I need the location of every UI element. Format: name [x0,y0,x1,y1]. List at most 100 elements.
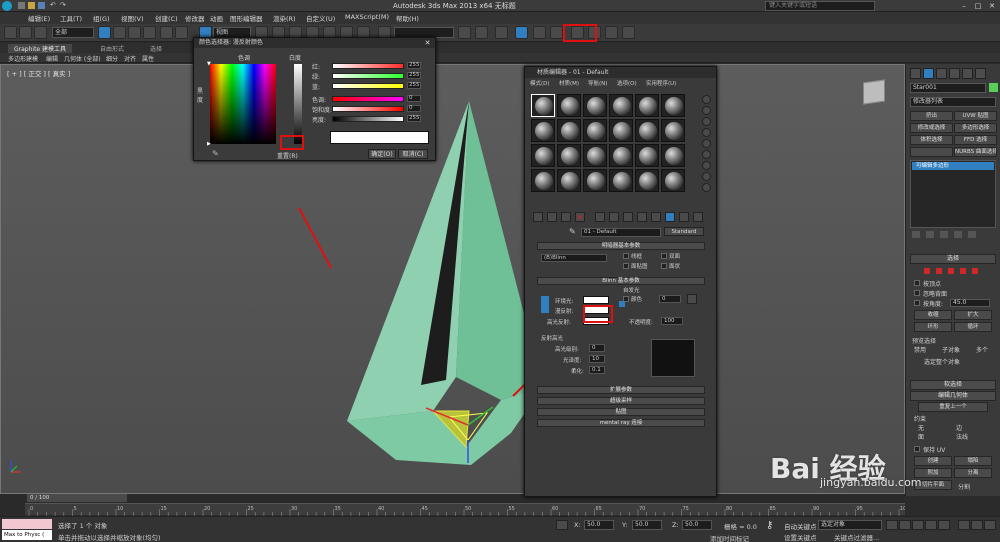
ribbon-geometry[interactable]: 几何体 (全部) [64,54,101,63]
y-coord-field[interactable]: 50.0 [632,520,662,530]
sample-slot-sphere[interactable] [557,94,581,117]
material-navigator-icon[interactable] [702,183,711,192]
preview-multi-radio[interactable]: 多个 [976,345,988,354]
preview-subobj-radio[interactable]: 子对象 [942,345,960,354]
goto-end-icon[interactable] [938,520,950,530]
new-icon[interactable] [18,2,25,9]
split-label[interactable]: 分割 [958,482,970,491]
sample-slot-sphere[interactable] [609,144,633,167]
orbit-icon[interactable] [984,520,996,530]
maximize-button[interactable]: □ [972,1,984,11]
prev-frame-icon[interactable] [899,520,911,530]
tab-graphite[interactable]: Graphite 建模工具 [8,44,73,53]
hierarchy-tab-icon[interactable] [936,68,947,79]
mental-ray-rollout[interactable]: mental ray 连接 [537,419,705,427]
x-coord-field[interactable]: 50.0 [584,520,614,530]
mesh-select-button[interactable]: 修改或选择 [910,123,953,133]
tab-selection[interactable]: 选择 [150,44,162,53]
time-slider[interactable]: 0 / 100 [27,494,127,502]
put-to-library-icon[interactable] [623,212,633,222]
self-illum-map-button[interactable] [687,294,697,304]
preview-off-radio[interactable]: 禁用 [914,345,926,354]
ambient-swatch[interactable] [583,296,609,304]
align-icon[interactable] [475,26,488,39]
mirror-icon[interactable] [458,26,471,39]
shader-basic-rollout[interactable]: 明暗器基本参数 [537,242,705,250]
edge-level-icon[interactable] [936,268,942,274]
utilities-tab-icon[interactable] [975,68,986,79]
selection-rollout-header[interactable]: 选择 [910,254,996,264]
sample-type-icon[interactable] [702,95,711,104]
pick-material-icon[interactable]: ✎ [569,227,576,236]
by-vertex-checkbox[interactable] [914,280,920,286]
reset-map-icon[interactable]: ✕ [575,212,585,222]
material-name-field[interactable]: 01 - Default [581,228,661,237]
cancel-button[interactable]: 取消(C) [398,149,428,159]
spec-level-value[interactable]: 0 [589,344,605,352]
background-icon[interactable] [702,117,711,126]
by-angle-checkbox[interactable] [914,300,920,306]
border-level-icon[interactable] [948,268,954,274]
sample-slot-sphere[interactable] [557,169,581,192]
constraint-none-radio[interactable]: 无 [918,423,924,432]
play-icon[interactable] [912,520,924,530]
face-map-checkbox[interactable] [623,263,629,269]
glossiness-value[interactable]: 10 [589,355,605,363]
render-production-icon[interactable] [622,26,635,39]
material-type-button[interactable]: Standard [664,227,704,236]
minimize-button[interactable]: – [958,1,970,11]
vertex-level-icon[interactable] [924,268,930,274]
material-id-icon[interactable] [637,212,647,222]
extended-params-rollout[interactable]: 扩展参数 [537,386,705,394]
loop-button[interactable]: 循环 [954,322,992,332]
rectangular-selection-icon[interactable] [128,26,141,39]
empty-modifier-button[interactable] [910,147,953,157]
sample-slot-sphere[interactable] [531,144,555,167]
menu-help[interactable]: 帮助(H) [396,13,419,23]
pan-icon[interactable] [971,520,983,530]
track-bar[interactable]: 0 5 10 15 20 25 30 35 40 45 50 55 60 65 70 75 80 85 90 95 10… [25,503,905,516]
supersampling-rollout[interactable]: 超级采样 [537,397,705,405]
green-value[interactable]: 255 [407,72,421,79]
menu-views[interactable]: 视图(V) [121,13,144,23]
configure-sets-icon[interactable] [968,231,976,238]
polygon-level-icon[interactable] [960,268,966,274]
eyedropper-icon[interactable]: ✎ [212,149,219,158]
options-icon[interactable] [702,161,711,170]
edit-geometry-rollout[interactable]: 编辑几何体 [910,391,996,401]
pin-stack-icon[interactable] [912,231,920,238]
tab-freeform[interactable]: 自由形式 [100,44,124,53]
constraint-face-radio[interactable]: 面 [918,432,924,441]
modifier-stack[interactable]: 可编辑多边形 [910,160,996,228]
color-dialog-close-button[interactable]: ✕ [423,39,432,47]
ignore-back-checkbox[interactable] [914,290,920,296]
show-end-result-icon[interactable] [926,231,934,238]
constraint-normal-radio[interactable]: 法线 [956,432,968,441]
ribbon-subdivision[interactable]: 细分 [106,54,118,63]
sample-slot-sphere[interactable] [531,94,555,117]
menu-customize[interactable]: 自定义(U) [306,13,335,23]
sample-slot-sphere[interactable] [557,144,581,167]
z-coord-field[interactable]: 50.0 [682,520,712,530]
hue-field[interactable] [210,64,276,144]
save-icon[interactable] [38,2,45,9]
constraint-edge-radio[interactable]: 边 [956,423,962,432]
undo-icon[interactable]: ↶ [50,1,56,9]
menu-maxscript[interactable]: MAXScript(M) [345,13,389,21]
motion-tab-icon[interactable] [949,68,960,79]
poly-select-button[interactable]: 多边形选择 [954,123,997,133]
link-icon[interactable] [4,26,17,39]
self-illum-value[interactable]: 0 [659,295,681,303]
ribbon-poly-modeling[interactable]: 多边形建模 [8,54,38,63]
go-forward-icon[interactable] [693,212,703,222]
value-value[interactable]: 255 [407,115,421,122]
search-input[interactable]: 键入关键字或短语 [765,1,875,11]
lock-selection-icon[interactable] [556,520,568,530]
maps-rollout[interactable]: 贴图 [537,408,705,416]
sample-slot-sphere[interactable] [661,144,685,167]
next-frame-icon[interactable] [925,520,937,530]
me-menu-options[interactable]: 选项(O) [617,79,637,87]
sample-slot-sphere[interactable] [557,119,581,142]
collapse-button[interactable]: 塌陷 [954,456,992,466]
make-unique-icon[interactable] [609,212,619,222]
